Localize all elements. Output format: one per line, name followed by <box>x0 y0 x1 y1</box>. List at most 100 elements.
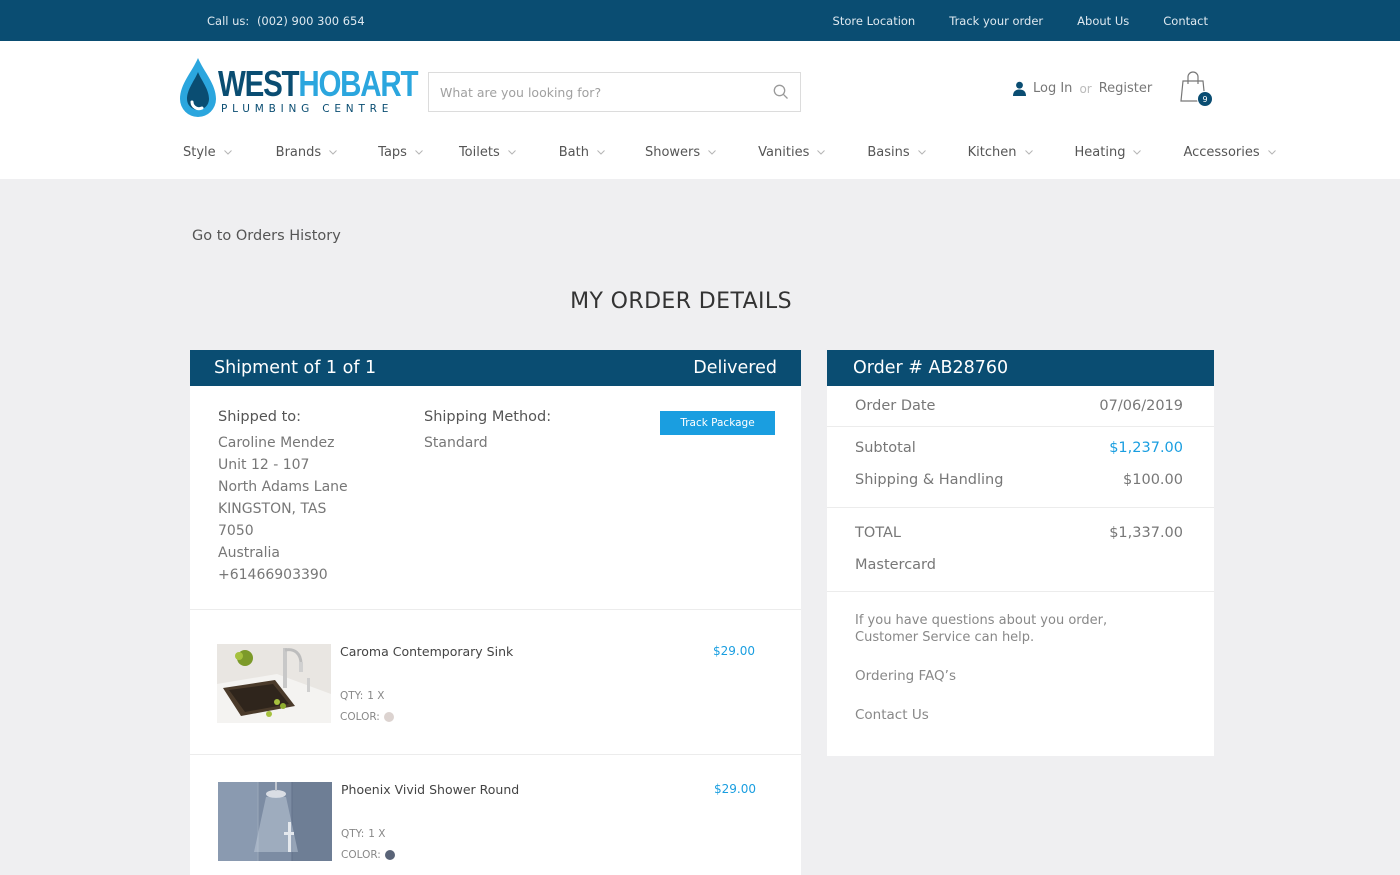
product-qty: QTY: 1 X <box>340 690 388 702</box>
order-item: Phoenix Vivid Shower Round $29.00 QTY: 1 … <box>217 782 777 862</box>
nav-item-label: Toilets <box>458 145 500 160</box>
chevron-down-icon <box>917 150 926 155</box>
user-icon[interactable] <box>1012 81 1027 96</box>
total-row: TOTAL $1,337.00 <box>855 525 1183 541</box>
nav-item-label: Style <box>183 145 216 160</box>
nav-item-label: Bath <box>558 145 589 160</box>
shipping-label: Shipping & Handling <box>855 472 1004 488</box>
divider <box>827 591 1214 592</box>
address-line: North Adams Lane <box>218 479 348 495</box>
product-name[interactable]: Phoenix Vivid Shower Round <box>341 782 519 797</box>
nav-item-heating[interactable]: Heating <box>1075 145 1142 160</box>
color-swatch <box>384 850 395 860</box>
logo[interactable]: WESTHOBART PLUMBING CENTRE <box>178 56 418 122</box>
nav-item-showers[interactable]: Showers <box>645 145 717 160</box>
cart-count-badge: 9 <box>1197 91 1213 107</box>
product-price: $29.00 <box>713 644 755 658</box>
nav-item-kitchen[interactable]: Kitchen <box>968 145 1033 160</box>
color-label: COLOR: <box>341 849 381 861</box>
product-price: $29.00 <box>714 782 756 796</box>
logo-word-hobart: HOBART <box>298 63 418 104</box>
nav-item-bath[interactable]: Bath <box>559 145 605 160</box>
order-number: Order # AB28760 <box>853 358 1009 378</box>
shipment-panel: Shipment of 1 of 1 Delivered Shipped to:… <box>190 350 801 875</box>
nav-item-toilets[interactable]: Toilets <box>459 145 516 160</box>
product-name[interactable]: Caroma Contemporary Sink <box>340 644 513 659</box>
chevron-down-icon <box>507 150 516 155</box>
address-line: 7050 <box>218 523 254 539</box>
color-swatch <box>383 712 394 722</box>
chevron-down-icon <box>223 150 232 155</box>
shipping-method-label: Shipping Method: <box>424 409 552 425</box>
qty-value: 1 X <box>368 828 386 840</box>
top-links: Store Location Track your order About Us… <box>833 14 1208 28</box>
shipment-header: Shipment of 1 of 1 Delivered <box>190 350 801 386</box>
contact-link[interactable]: Contact <box>1163 14 1208 28</box>
track-package-button[interactable]: Track Package <box>660 411 775 435</box>
order-date-value: 07/06/2019 <box>1099 398 1183 414</box>
nav-item-brands[interactable]: Brands <box>276 145 338 160</box>
qty-label: QTY: <box>341 828 365 840</box>
address-line: Unit 12 - 107 <box>218 457 310 473</box>
order-date-label: Order Date <box>855 398 936 414</box>
shipping-address: Shipped to: Caroline Mendez Unit 12 - 10… <box>218 406 348 586</box>
address-line: KINGSTON, TAS <box>218 501 327 517</box>
search-box <box>428 72 801 112</box>
qty-value: 1 X <box>367 690 385 702</box>
logo-word-west: WEST <box>218 63 300 104</box>
or-separator: or <box>1079 81 1092 96</box>
nav-item-label: Vanities <box>758 145 810 160</box>
subtotal-row: Subtotal $1,237.00 <box>855 440 1183 456</box>
nav-item-vanities[interactable]: Vanities <box>758 145 826 160</box>
qty-label: QTY: <box>340 690 364 702</box>
ordering-faq-link[interactable]: Ordering FAQ’s <box>855 668 956 684</box>
orders-history-link[interactable]: Go to Orders History <box>192 228 341 244</box>
nav-item-label: Taps <box>378 145 407 160</box>
address-phone: +61466903390 <box>218 567 328 583</box>
product-image[interactable] <box>218 782 332 861</box>
divider <box>827 507 1214 508</box>
logo-wordmark: WESTHOBART <box>218 63 418 104</box>
cart-button[interactable]: 9 <box>1180 71 1213 107</box>
product-qty: QTY: 1 X <box>341 828 389 840</box>
chevron-down-icon <box>1267 150 1276 155</box>
register-link[interactable]: Register <box>1099 81 1153 96</box>
shipping-method: Shipping Method: Standard <box>424 406 551 454</box>
nav-item-label: Heating <box>1074 145 1126 160</box>
water-drop-icon <box>180 58 216 117</box>
total-label: TOTAL <box>855 525 901 541</box>
store-location-link[interactable]: Store Location <box>833 14 916 28</box>
subtotal-label: Subtotal <box>855 440 916 456</box>
address-line: Caroline Mendez <box>218 435 335 451</box>
divider <box>190 754 801 755</box>
nav-item-basins[interactable]: Basins <box>867 145 926 160</box>
shipment-status: Delivered <box>693 358 777 378</box>
contact-us-link[interactable]: Contact Us <box>855 707 929 723</box>
chevron-down-icon <box>1133 150 1142 155</box>
nav-item-style[interactable]: Style <box>183 145 232 160</box>
search-input[interactable] <box>429 73 749 111</box>
chevron-down-icon <box>817 150 826 155</box>
total-value: $1,337.00 <box>1109 525 1183 541</box>
top-bar: Call us: (002) 900 300 654 Store Locatio… <box>0 0 1400 41</box>
chevron-down-icon <box>708 150 717 155</box>
chevron-down-icon <box>329 150 338 155</box>
help-text: If you have questions about you order, C… <box>855 613 1107 646</box>
order-date-row: Order Date 07/06/2019 <box>855 398 1183 414</box>
payment-method: Mastercard <box>855 557 936 573</box>
nav-item-taps[interactable]: Taps <box>378 145 423 160</box>
shipping-row: Shipping & Handling $100.00 <box>855 472 1183 488</box>
divider <box>827 426 1214 427</box>
nav-item-label: Basins <box>867 145 910 160</box>
about-us-link[interactable]: About Us <box>1077 14 1129 28</box>
search-icon[interactable] <box>773 84 789 100</box>
login-link[interactable]: Log In <box>1033 81 1072 96</box>
help-line: If you have questions about you order, <box>855 613 1108 628</box>
shipment-title: Shipment of 1 of 1 <box>214 358 377 378</box>
track-order-link[interactable]: Track your order <box>949 14 1043 28</box>
product-color: COLOR: <box>340 711 394 723</box>
product-image[interactable] <box>217 644 331 723</box>
chevron-down-icon <box>415 150 423 155</box>
nav-item-accessories[interactable]: Accessories <box>1183 145 1276 160</box>
phone-number[interactable]: (002) 900 300 654 <box>257 14 365 28</box>
